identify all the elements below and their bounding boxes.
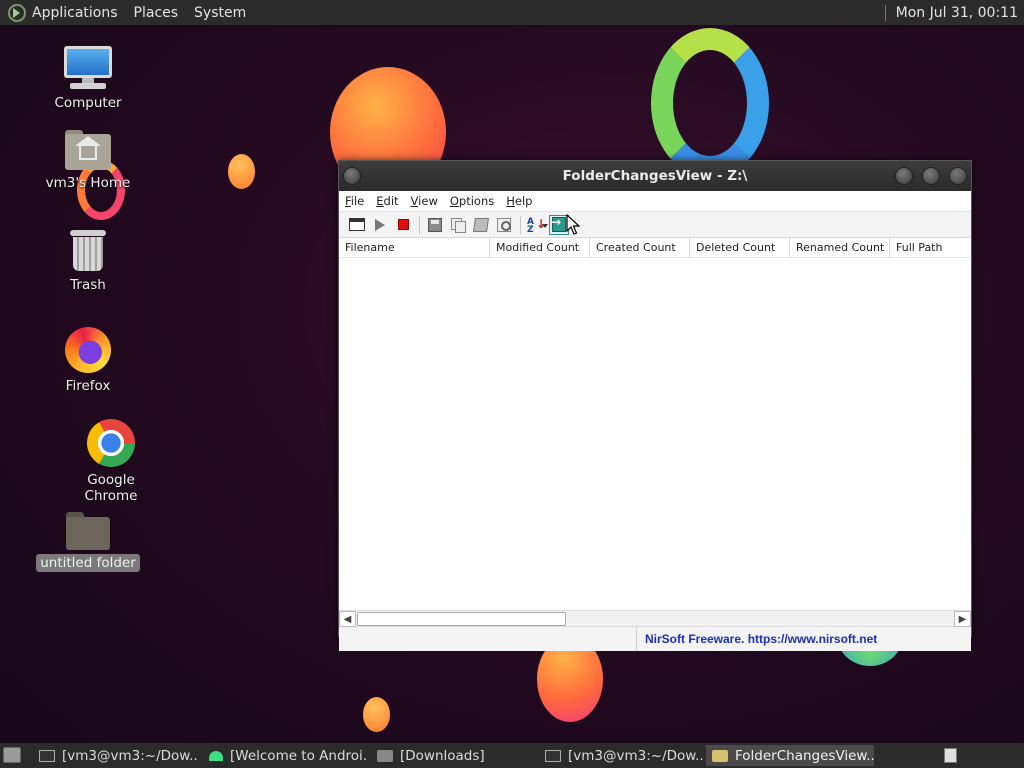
desktop-icon-label: Firefox <box>65 378 111 394</box>
toolbar-separator <box>419 215 420 234</box>
taskbar-item-label: [vm3@vm3:~/Dow... <box>568 747 704 764</box>
menu-bar: File Edit View Options Help <box>339 191 971 211</box>
distro-logo-icon[interactable] <box>8 3 26 22</box>
desktop-icon-home[interactable]: vm3's Home <box>33 130 143 192</box>
menu-system[interactable]: System <box>194 5 246 21</box>
start-icon <box>375 218 385 231</box>
show-desktop-icon[interactable] <box>3 747 21 763</box>
changes-list[interactable] <box>339 258 971 610</box>
minimize-button[interactable] <box>895 167 913 185</box>
copy-button[interactable] <box>448 215 468 235</box>
wallpaper-blob <box>363 697 390 732</box>
desktop-icon-label: Google Chrome <box>84 472 138 504</box>
computer-icon <box>64 46 112 90</box>
column-header-renamed-count[interactable]: Renamed Count <box>790 238 890 258</box>
terminal-icon <box>545 749 561 762</box>
window-title: FolderChangesView - Z:\ <box>562 168 748 184</box>
taskbar-item-label: [vm3@vm3:~/Dow... <box>62 747 198 764</box>
menu-applications[interactable]: Applications <box>32 5 118 21</box>
folder-icon <box>377 749 393 762</box>
chrome-icon <box>87 419 135 467</box>
desktop-icon-label: vm3's Home <box>45 175 131 191</box>
column-header-modified-count[interactable]: Modified Count <box>490 238 590 258</box>
top-panel: Applications Places System Mon Jul 31, 0… <box>0 0 1024 25</box>
horizontal-scrollbar[interactable]: ◀ ▶ <box>339 610 971 627</box>
menu-help[interactable]: Help <box>506 194 532 208</box>
html-report-button[interactable] <box>471 215 491 235</box>
copy-icon <box>451 217 466 233</box>
column-header-deleted-count[interactable]: Deleted Count <box>690 238 790 258</box>
sort-button[interactable]: A Z ↓ <box>526 215 548 235</box>
firefox-icon <box>65 327 111 373</box>
menu-places[interactable]: Places <box>134 5 179 21</box>
desktop-icon-label: untitled folder <box>36 554 140 572</box>
maximize-button[interactable] <box>922 167 940 185</box>
home-folder-icon <box>65 130 111 170</box>
desktop-icon-firefox[interactable]: Firefox <box>33 327 143 395</box>
window-menu-button[interactable] <box>343 167 361 185</box>
folder-icon <box>712 749 728 762</box>
toolbar: A Z ↓ <box>339 211 971 238</box>
find-icon <box>497 217 511 232</box>
taskbar-item-terminal-2[interactable]: [vm3@vm3:~/Dow... <box>539 745 704 766</box>
status-bar: NirSoft Freeware. https://www.nirsoft.ne… <box>339 627 971 651</box>
toolbar-separator <box>520 215 521 234</box>
status-text <box>339 627 637 651</box>
column-header-full-path[interactable]: Full Path <box>890 238 971 258</box>
column-header-filename[interactable]: Filename <box>339 238 490 258</box>
save-button[interactable] <box>425 215 445 235</box>
android-icon <box>209 750 223 761</box>
menu-file[interactable]: File <box>345 194 364 208</box>
menu-edit[interactable]: Edit <box>376 194 398 208</box>
menu-view[interactable]: View <box>411 194 438 208</box>
save-icon <box>428 217 442 232</box>
column-header-row: Filename Modified Count Created Count De… <box>339 238 971 258</box>
desktop-icon-label: Computer <box>54 95 122 111</box>
column-header-created-count[interactable]: Created Count <box>590 238 690 258</box>
taskbar-item-downloads[interactable]: [Downloads] <box>371 745 536 766</box>
folder-icon <box>66 512 110 550</box>
clock[interactable]: Mon Jul 31, 00:11 <box>884 0 1018 25</box>
stop-icon <box>397 219 409 230</box>
taskbar-item-terminal-1[interactable]: [vm3@vm3:~/Dow... <box>33 745 198 766</box>
mouse-cursor-icon <box>566 214 580 236</box>
window-titlebar[interactable]: FolderChangesView - Z:\ <box>339 161 971 191</box>
desktop-icon-chrome[interactable]: Google Chrome <box>56 419 166 505</box>
taskbar-item-label: [Downloads] <box>400 747 485 764</box>
terminal-icon <box>39 749 55 762</box>
taskbar-item-folderchangesview[interactable]: FolderChangesView... <box>706 745 874 766</box>
desktop-icon-trash[interactable]: Trash <box>33 228 143 294</box>
find-button[interactable] <box>494 215 514 235</box>
taskbar-item-android-studio[interactable]: [Welcome to Androi... <box>203 745 368 766</box>
wallpaper-ring <box>651 28 769 178</box>
scrollbar-thumb[interactable] <box>357 612 566 626</box>
trash-icon <box>70 228 106 272</box>
workspace-switcher[interactable] <box>944 748 957 763</box>
desktop-icon-computer[interactable]: Computer <box>33 46 143 112</box>
panel-separator <box>884 4 886 21</box>
desktop-icon-label: Trash <box>70 277 106 293</box>
menu-options[interactable]: Options <box>450 194 494 208</box>
exit-icon <box>551 215 566 232</box>
bottom-panel: [vm3@vm3:~/Dow... [Welcome to Androi... … <box>0 743 1024 768</box>
folderchangesview-window: FolderChangesView - Z:\ File Edit View O… <box>338 160 972 651</box>
stop-button[interactable] <box>393 215 413 235</box>
taskbar-item-label: [Welcome to Androi... <box>230 747 368 764</box>
html-report-icon <box>473 217 489 232</box>
scroll-right-icon[interactable]: ▶ <box>954 611 971 627</box>
close-button[interactable] <box>949 167 967 185</box>
scroll-left-icon[interactable]: ◀ <box>339 611 356 627</box>
taskbar-item-label: FolderChangesView... <box>735 747 874 764</box>
properties-icon <box>349 218 365 231</box>
nirsoft-link[interactable]: NirSoft Freeware. https://www.nirsoft.ne… <box>637 627 971 651</box>
properties-button[interactable] <box>347 215 367 235</box>
wallpaper-blob <box>228 154 255 189</box>
clock-text: Mon Jul 31, 00:11 <box>895 4 1018 21</box>
desktop-icon-untitled-folder[interactable]: untitled folder <box>33 512 143 572</box>
start-button[interactable] <box>370 215 390 235</box>
